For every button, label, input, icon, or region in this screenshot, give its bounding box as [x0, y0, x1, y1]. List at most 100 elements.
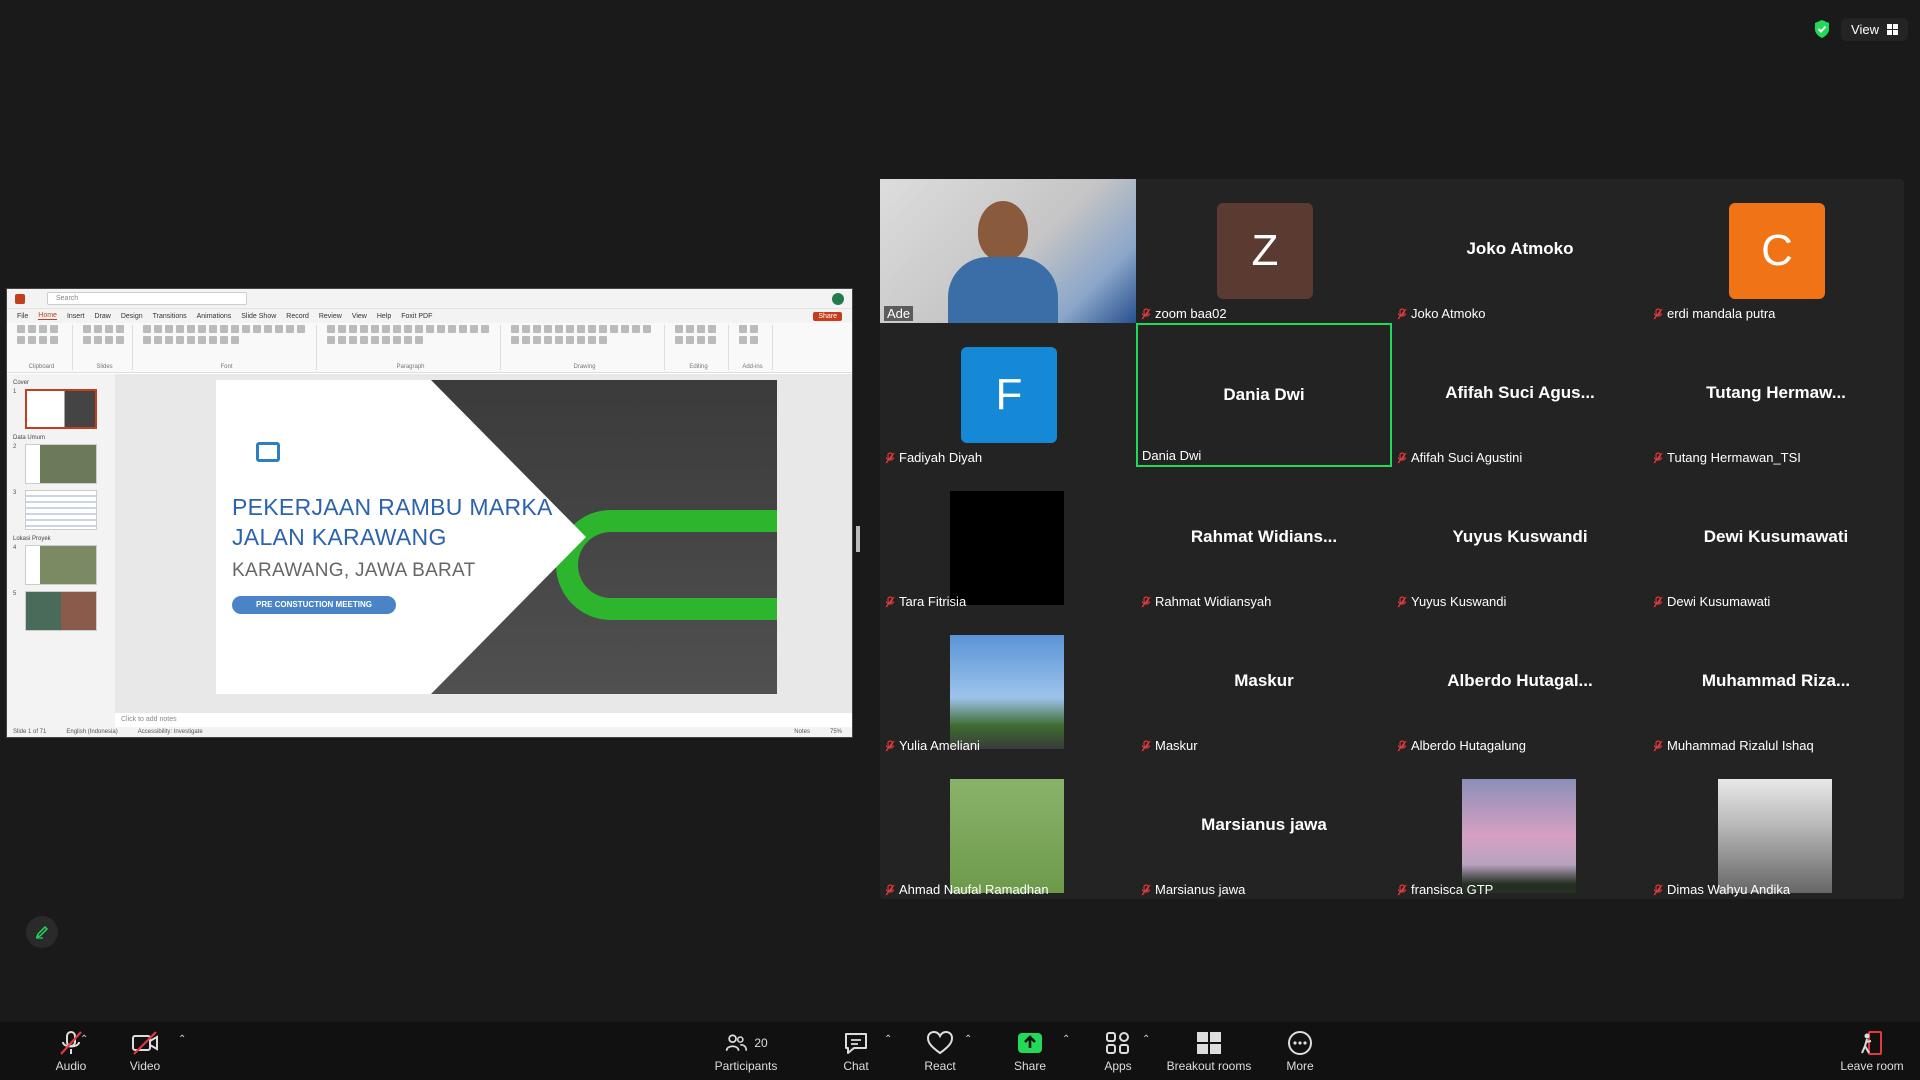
participant-name-label: fransisca GTP — [1396, 882, 1493, 897]
slide-counter: Slide 1 of 71 — [13, 729, 47, 735]
ribbon-tab-record[interactable]: Record — [286, 313, 309, 320]
slide-canvas[interactable]: PEKERJAAN RAMBU MARKA JALAN KARAWANG KAR… — [115, 374, 852, 727]
video-button[interactable]: Video — [110, 1022, 180, 1080]
ribbon-tools[interactable] — [675, 325, 722, 344]
audio-options-caret[interactable]: ⌃ — [80, 1034, 88, 1045]
annotate-button[interactable] — [26, 916, 58, 948]
participant-tile[interactable]: Yuyus Kuswandi Yuyus Kuswandi — [1392, 467, 1648, 611]
ribbon-tab-slide-show[interactable]: Slide Show — [241, 313, 276, 320]
participant-photo — [1462, 779, 1576, 893]
participant-tile[interactable]: Dania Dwi Dania Dwi — [1136, 323, 1392, 467]
view-button[interactable]: View — [1841, 17, 1908, 41]
more-icon — [1288, 1030, 1312, 1055]
share-button[interactable]: Share — [1004, 1022, 1056, 1080]
slide[interactable]: PEKERJAAN RAMBU MARKA JALAN KARAWANG KAR… — [216, 380, 777, 694]
shared-screen[interactable]: Search File Home Insert Draw Design Transitio… — [6, 288, 853, 738]
participant-tile[interactable]: Alberdo Hutagal... Alberdo Hutagalung — [1392, 611, 1648, 755]
ribbon-tools[interactable] — [739, 325, 766, 344]
ribbon-tab-file[interactable]: File — [17, 313, 28, 320]
ribbon-tab-view[interactable]: View — [352, 313, 367, 320]
participant-display-name: Dania Dwi — [1223, 385, 1305, 404]
participant-name-label: Ahmad Naufal Ramadhan — [884, 882, 1049, 897]
powerpoint-share-button[interactable]: Share — [813, 311, 842, 321]
split-divider-handle[interactable] — [856, 526, 860, 552]
participant-tile[interactable]: Afifah Suci Agus... Afifah Suci Agustini — [1392, 323, 1648, 467]
notes-toggle[interactable]: Notes — [794, 729, 810, 735]
participant-name: Fadiyah Diyah — [899, 450, 983, 465]
apps-button[interactable]: Apps — [1092, 1022, 1144, 1080]
participant-tile[interactable]: Rahmat Widians... Rahmat Widiansyah — [1136, 467, 1392, 611]
participant-tile[interactable]: Cerdi mandala putra — [1648, 179, 1904, 323]
slide-subtitle[interactable]: KARAWANG, JAWA BARAT — [232, 560, 476, 582]
mic-muted-icon — [1397, 739, 1407, 751]
participant-name: Yulia Ameliani — [899, 738, 980, 753]
ribbon-group-label: Add-ins — [742, 364, 763, 370]
participant-tile[interactable]: F Fadiyah Diyah — [880, 323, 1136, 467]
slide-thumb[interactable]: 3 — [13, 490, 109, 530]
ribbon-tools[interactable] — [327, 325, 494, 344]
slide-thumbnails[interactable]: Cover 1 Data Umum 2 3 Lokasi Proyek 4 5 — [7, 374, 115, 727]
chat-options-caret[interactable]: ⌃ — [884, 1034, 892, 1045]
section-label[interactable]: Cover — [13, 380, 109, 386]
ribbon-tools[interactable] — [511, 325, 658, 344]
video-options-caret[interactable]: ⌃ — [178, 1034, 186, 1045]
participant-tile[interactable]: fransisca GTP — [1392, 755, 1648, 899]
participant-photo — [1718, 779, 1832, 893]
section-label[interactable]: Data Umum — [13, 435, 109, 441]
ribbon-tab-home[interactable]: Home — [38, 312, 57, 320]
account-avatar[interactable] — [832, 292, 844, 305]
participants-button[interactable]: 20 Participants — [710, 1022, 782, 1080]
participant-tile[interactable]: Yulia Ameliani — [880, 611, 1136, 755]
participant-tile[interactable]: Maskur Maskur — [1136, 611, 1392, 755]
participant-tile[interactable]: Ade — [880, 179, 1136, 323]
participant-tile[interactable]: Ahmad Naufal Ramadhan — [880, 755, 1136, 899]
participant-tile[interactable]: Dewi Kusumawati Dewi Kusumawati — [1648, 467, 1904, 611]
participant-tile[interactable]: Muhammad Riza... Muhammad Rizalul Ishaq — [1648, 611, 1904, 755]
leave-room-button[interactable]: Leave room — [1836, 1022, 1908, 1080]
ribbon-group-label: Clipboard — [28, 364, 55, 370]
participant-tile[interactable]: Zzoom baa02 — [1136, 179, 1392, 323]
participant-display-name: Dewi Kusumawati — [1703, 527, 1849, 546]
notes-placeholder[interactable]: Click to add notes — [115, 713, 852, 727]
participant-tile[interactable]: Marsianus jawa Marsianus jawa — [1136, 755, 1392, 899]
zoom-level[interactable]: 75% — [830, 729, 842, 735]
ribbon-tab-insert[interactable]: Insert — [67, 313, 85, 320]
participant-name: Marsianus jawa — [1155, 882, 1246, 897]
more-button[interactable]: More — [1274, 1022, 1326, 1080]
react-options-caret[interactable]: ⌃ — [964, 1034, 972, 1045]
slide-pill-label[interactable]: PRE CONSTUCTION MEETING — [232, 596, 396, 614]
ribbon-tab-animations[interactable]: Animations — [197, 313, 232, 320]
participant-tile[interactable]: Tara Fitrisia — [880, 467, 1136, 611]
react-button[interactable]: React — [914, 1022, 966, 1080]
slide-thumb[interactable]: 4 — [13, 545, 109, 585]
participant-tile[interactable]: Tutang Hermaw... Tutang Hermawan_TSI — [1648, 323, 1904, 467]
chat-button[interactable]: Chat — [830, 1022, 882, 1080]
search-box[interactable]: Search — [47, 292, 247, 305]
slide-thumb[interactable]: 1 — [13, 389, 109, 429]
section-label[interactable]: Lokasi Proyek — [13, 536, 109, 542]
ribbon-tab-foxit-pdf[interactable]: Foxit PDF — [401, 313, 432, 320]
ribbon-tab-transitions[interactable]: Transitions — [153, 313, 187, 320]
video-gallery: Ade Zzoom baa02 Joko Atmoko Joko Atmoko Cerd… — [880, 179, 1904, 899]
slide-thumb[interactable]: 2 — [13, 444, 109, 484]
ribbon-tools[interactable] — [83, 325, 126, 344]
ribbon-tab-review[interactable]: Review — [319, 313, 342, 320]
ribbon-tab-design[interactable]: Design — [121, 313, 143, 320]
audio-button[interactable]: Audio — [36, 1022, 106, 1080]
slide-title[interactable]: PEKERJAAN RAMBU MARKA JALAN KARAWANG — [232, 492, 553, 552]
ribbon-tab-draw[interactable]: Draw — [94, 313, 110, 320]
participant-name: Afifah Suci Agustini — [1411, 450, 1523, 465]
breakout-rooms-button[interactable]: Breakout rooms — [1164, 1022, 1254, 1080]
language-status[interactable]: English (Indonesia) — [66, 729, 117, 735]
accessibility-status[interactable]: Accessibility: Investigate — [138, 729, 203, 735]
ribbon-tools[interactable] — [143, 325, 310, 344]
participant-tile[interactable]: Joko Atmoko Joko Atmoko — [1392, 179, 1648, 323]
slide-thumb[interactable]: 5 — [13, 591, 109, 631]
encryption-shield-icon[interactable] — [1813, 19, 1831, 39]
ribbon-tab-help[interactable]: Help — [377, 313, 391, 320]
participant-tile[interactable]: Dimas Wahyu Andika — [1648, 755, 1904, 899]
participant-name-label: Muhammad Rizalul Ishaq — [1652, 738, 1814, 753]
ribbon-tools[interactable] — [17, 325, 66, 344]
apps-options-caret[interactable]: ⌃ — [1142, 1034, 1150, 1045]
share-options-caret[interactable]: ⌃ — [1062, 1034, 1070, 1045]
